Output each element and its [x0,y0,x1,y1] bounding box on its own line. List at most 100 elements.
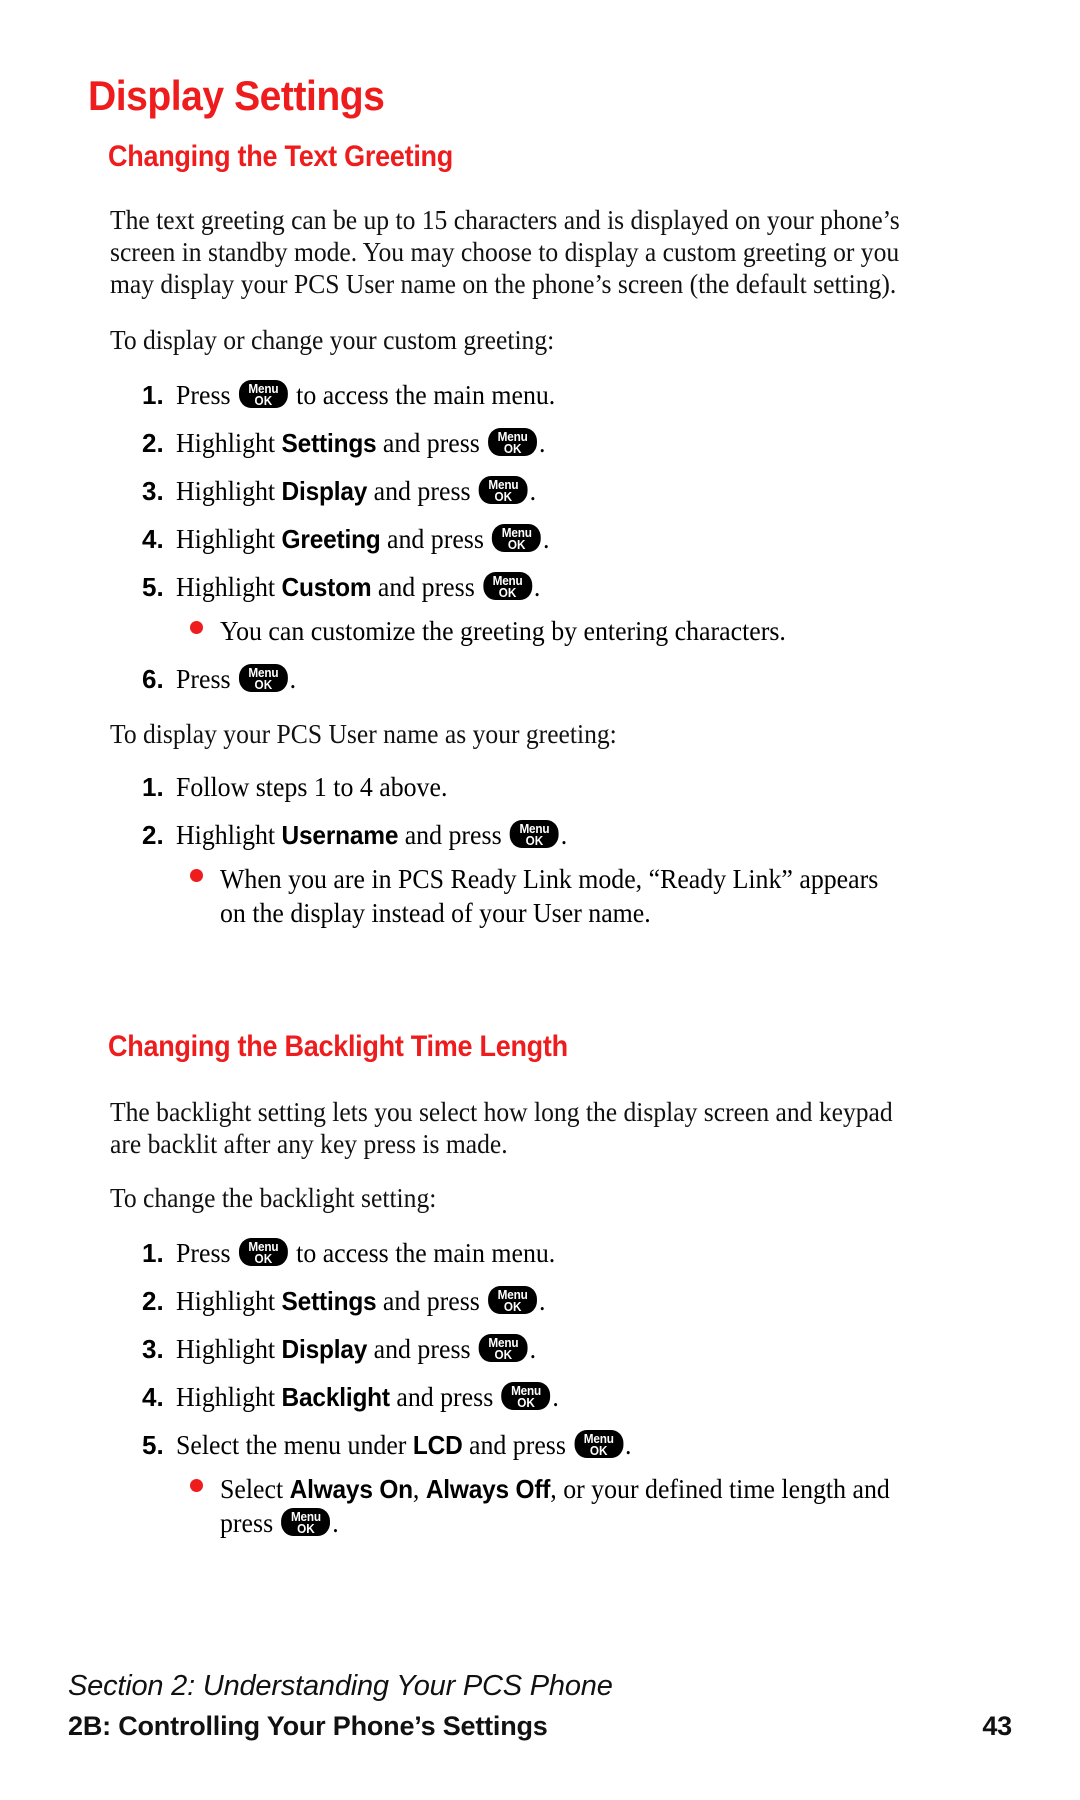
step-text-mid: and press [380,523,491,554]
menu-ok-key-icon[interactable]: Menu OK [238,380,288,408]
step-text-mid: and press [376,427,487,458]
bullet-text: When you are in PCS Ready Link mode, “Re… [220,863,879,928]
step-item: 2. Highlight Settings and press Menu OK. [142,426,980,460]
footer-chapter-row: 2B: Controlling Your Phone’s Settings 43 [68,1711,1012,1742]
menu-ok-key-bottom: OK [525,833,544,848]
footer-page-number: 43 [982,1711,1012,1741]
paragraph-greeting-intro: The text greeting can be up to 15 charac… [110,204,900,299]
menu-item-name: Display [281,476,368,506]
step-number: 1. [142,1238,164,1268]
step-text-mid: and press [367,1333,478,1364]
step-text: Highlight Username and press Menu OK. [176,818,932,852]
step-text: Highlight Settings and press Menu OK. [176,426,932,460]
step-number: 3. [142,476,164,506]
menu-ok-key-bottom: OK [494,1347,513,1362]
option-always-off: Always Off [425,1474,551,1504]
steps-custom-greeting: 1. Press Menu OK to access the main menu.… [142,378,980,696]
menu-ok-key-bottom: OK [254,677,273,692]
bullet-text-pre: Select [220,1473,290,1504]
menu-ok-key-icon[interactable]: Menu OK [488,428,538,456]
menu-item-name: Username [281,820,399,850]
footer-section-line: Section 2: Understanding Your PCS Phone [68,1670,613,1702]
menu-item-name: Display [281,1334,368,1364]
menu-ok-key-bottom: OK [494,489,513,504]
step-text-post: . [552,1381,559,1412]
menu-ok-key-icon[interactable]: Menu OK [492,524,542,552]
step-number: 6. [142,664,164,694]
menu-item-name: LCD [412,1430,463,1460]
step-text: Follow steps 1 to 4 above. [176,771,448,802]
menu-ok-key-icon[interactable]: Menu OK [238,1238,288,1266]
step-item: 1. Press Menu OK to access the main menu. [142,1236,980,1270]
step-number: 5. [142,572,164,602]
step-text-mid: and press [376,1285,487,1316]
step-number: 5. [142,1430,164,1460]
step-item: 3. Highlight Display and press Menu OK. [142,474,980,508]
menu-ok-key-icon[interactable]: Menu OK [478,1334,528,1362]
step-number: 3. [142,1334,164,1364]
bullet-text-post: . [332,1507,339,1538]
step-text-mid: and press [389,1381,500,1412]
step-number: 1. [142,772,164,802]
heading-changing-text-greeting: Changing the Text Greeting [108,140,454,173]
steps-backlight: 1. Press Menu OK to access the main menu.… [142,1236,980,1540]
heading-changing-backlight-time-length: Changing the Backlight Time Length [108,1030,568,1063]
menu-ok-key-bottom: OK [503,441,522,456]
step-text: Highlight Backlight and press Menu OK. [176,1380,932,1414]
step-text-post: . [625,1429,632,1460]
menu-ok-key-icon[interactable]: Menu OK [238,664,288,692]
step-item: 6. Press Menu OK. [142,662,980,696]
menu-ok-key-icon[interactable]: Menu OK [281,1508,331,1536]
step-text-pre: Highlight [176,427,282,458]
bullet-text: Select Always On, Always Off, or your de… [220,1472,916,1540]
step-text-pre: Highlight [176,571,282,602]
step-item: 5. Select the menu under LCD and press M… [142,1428,980,1462]
step-text-mid: and press [398,819,509,850]
menu-item-name: Settings [281,428,377,458]
step-text-mid: and press [462,1429,573,1460]
manual-page: Display Settings Changing the Text Greet… [0,0,1080,1800]
step-text: Highlight Settings and press Menu OK. [176,1284,932,1318]
step-text: Press Menu OK to access the main menu. [176,378,932,412]
step-text-pre: Highlight [176,523,282,554]
lead-custom-greeting: To display or change your custom greetin… [110,324,555,355]
menu-ok-key-icon[interactable]: Menu OK [509,820,559,848]
menu-ok-key-bottom: OK [254,393,273,408]
step-text: Highlight Custom and press Menu OK. [176,570,932,604]
step-text-pre: Highlight [176,819,282,850]
step-text-post: . [538,427,546,458]
menu-ok-key-icon[interactable]: Menu OK [478,476,528,504]
step-text-pre: Press [176,1237,238,1268]
bullet-dot-icon [190,621,220,634]
section-backlight-time-length: Changing the Backlight Time Length The b… [108,1030,980,1540]
step-number: 2. [142,428,164,458]
step-number: 4. [142,1382,164,1412]
step-item: 4. Highlight Backlight and press Menu OK. [142,1380,980,1414]
step-item: 4. Highlight Greeting and press Menu OK. [142,522,980,556]
menu-ok-key-bottom: OK [589,1443,608,1458]
step-text: Press Menu OK. [176,662,932,696]
step-text-post: . [560,819,568,850]
step-item: 1. Follow steps 1 to 4 above. [142,770,980,804]
step-text-pre: Highlight [176,1285,282,1316]
menu-ok-key-icon[interactable]: Menu OK [488,1286,538,1314]
menu-ok-key-icon[interactable]: Menu OK [501,1382,551,1410]
menu-ok-key-icon[interactable]: Menu OK [574,1430,624,1458]
menu-ok-key-icon[interactable]: Menu OK [483,572,533,600]
step-text-post: . [538,1285,546,1316]
step-text-pre: Highlight [176,475,282,506]
step-number: 1. [142,380,164,410]
step-text: Press Menu OK to access the main menu. [176,1236,932,1270]
bullet-dot-icon [190,1479,220,1492]
step-text-pre: Press [176,663,238,694]
step-text-mid: and press [371,571,482,602]
bullet-text: You can customize the greeting by enteri… [220,615,786,646]
lead-username-greeting: To display your PCS User name as your gr… [110,718,617,749]
step-item: 2. Highlight Settings and press Menu OK. [142,1284,980,1318]
step-text-mid: and press [367,475,478,506]
bullet-dot-icon [190,869,220,882]
step-text: Highlight Display and press Menu OK. [176,1332,932,1366]
menu-ok-key-bottom: OK [517,1395,535,1410]
paragraph-backlight-intro: The backlight setting lets you select ho… [110,1096,893,1159]
step-text-pre: Press [176,379,238,410]
